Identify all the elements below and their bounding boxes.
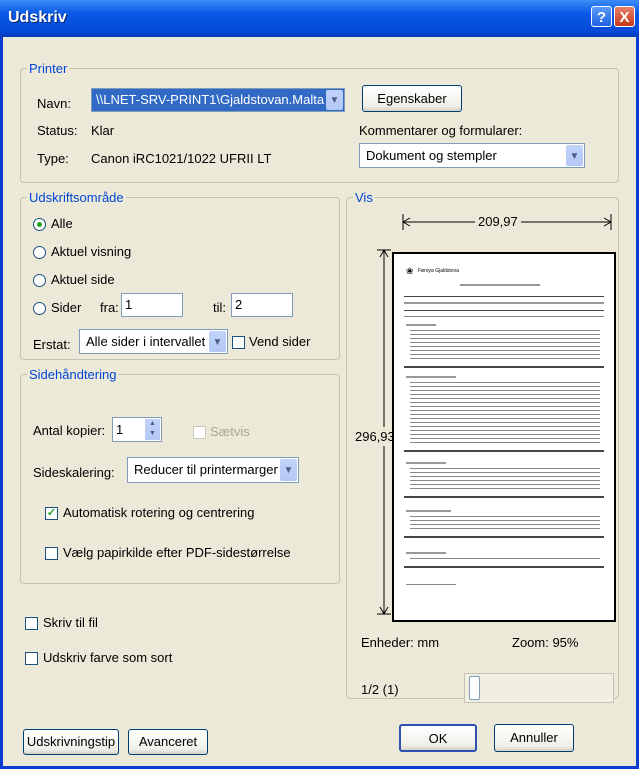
color-as-black-label[interactable]: Udskriv farve som sort — [43, 650, 172, 665]
to-label: til: — [213, 300, 226, 315]
scaling-value: Reducer til printermargener — [134, 462, 278, 477]
chevron-down-icon[interactable]: ▼ — [209, 331, 226, 352]
paper-source-checkbox[interactable] — [45, 547, 58, 560]
page-slider[interactable] — [464, 673, 614, 703]
copies-stepper[interactable]: 1 ▲ ▼ — [112, 417, 162, 442]
comments-value: Dokument og stempler — [366, 148, 497, 163]
cancel-button[interactable]: Annuller — [494, 724, 574, 752]
paper-source-label[interactable]: Vælg papirkilde efter PDF-sidestørrelse — [63, 545, 291, 560]
printer-legend: Printer — [27, 61, 70, 76]
radio-pages-label[interactable]: Sider — [51, 300, 81, 315]
zoom-label: Zoom: 95% — [512, 635, 579, 650]
copies-value: 1 — [116, 422, 124, 437]
print-to-file-checkbox[interactable] — [25, 617, 38, 630]
radio-current-view-label[interactable]: Aktuel visning — [51, 244, 131, 259]
from-value: 1 — [125, 297, 133, 312]
properties-button[interactable]: Egenskaber — [362, 85, 462, 112]
auto-rotate-label[interactable]: Automatisk rotering og centrering — [63, 505, 254, 520]
units-label: Enheder: mm — [361, 635, 440, 650]
preview-org-name: Føroya Gjaldstova — [418, 268, 459, 274]
type-label: Type: — [37, 151, 69, 166]
chevron-down-icon[interactable]: ▼ — [326, 90, 343, 110]
to-value: 2 — [235, 297, 243, 312]
auto-rotate-checkbox[interactable]: ✓ — [45, 507, 58, 520]
tips-button[interactable]: Udskrivningstip — [23, 729, 119, 755]
to-input[interactable]: 2 — [231, 293, 293, 317]
height-value: 296,93 — [355, 427, 395, 446]
radio-all-label[interactable]: Alle — [51, 216, 73, 231]
width-value: 209,97 — [475, 214, 521, 229]
reverse-pages-label[interactable]: Vend sider — [249, 334, 310, 349]
radio-current-page-label[interactable]: Aktuel side — [51, 272, 115, 287]
title-bar: Udskriv ? X — [0, 0, 639, 37]
collate-checkbox[interactable] — [193, 426, 206, 439]
scaling-label: Sideskalering: — [33, 465, 115, 480]
printer-name-select[interactable]: \\LNET-SRV-PRINT1\Gjaldstovan.Malta.1 ▼ — [91, 88, 345, 112]
chevron-down-icon[interactable]: ▼ — [566, 145, 583, 166]
subset-label: Erstat: — [33, 337, 71, 352]
chevron-down-icon[interactable]: ▼ — [280, 459, 297, 481]
status-value: Klar — [91, 123, 115, 138]
subset-select[interactable]: Alle sider i intervallet ▼ — [79, 329, 228, 354]
print-range-legend: Udskriftsområde — [27, 190, 126, 205]
tips-button-label: Udskrivningstip — [26, 734, 116, 749]
radio-pages[interactable] — [33, 302, 46, 315]
comments-label: Kommentarer og formularer: — [359, 123, 523, 138]
help-button[interactable]: ? — [591, 6, 612, 27]
radio-current-view[interactable] — [33, 246, 46, 259]
type-value: Canon iRC1021/1022 UFRII LT — [91, 151, 272, 166]
printer-name-label: Navn: — [37, 96, 71, 111]
radio-all[interactable] — [33, 218, 46, 231]
page-indicator: 1/2 (1) — [361, 682, 399, 697]
ok-button[interactable]: OK — [399, 724, 477, 752]
properties-button-label: Egenskaber — [377, 91, 447, 106]
print-to-file-label[interactable]: Skriv til fil — [43, 615, 98, 630]
scaling-select[interactable]: Reducer til printermargener ▼ — [127, 457, 299, 483]
advanced-button-label: Avanceret — [138, 734, 198, 749]
status-label: Status: — [37, 123, 78, 138]
page-slider-thumb[interactable] — [469, 676, 480, 700]
ok-button-label: OK — [428, 731, 448, 746]
from-label: fra: — [100, 300, 119, 315]
page-handling-legend: Sidehåndtering — [27, 367, 119, 382]
from-input[interactable]: 1 — [121, 293, 183, 317]
preview-legend: Vis — [353, 190, 375, 205]
close-button[interactable]: X — [614, 6, 635, 27]
radio-current-page[interactable] — [33, 274, 46, 287]
comments-select[interactable]: Dokument og stempler ▼ — [359, 143, 585, 168]
print-dialog: Udskriv ? X Printer Navn: \\LNET-SRV-PRI… — [0, 0, 639, 769]
window-title: Udskriv — [8, 9, 67, 26]
copies-label: Antal kopier: — [33, 423, 106, 438]
reverse-pages-checkbox[interactable] — [232, 336, 245, 349]
printer-name-value: \\LNET-SRV-PRINT1\Gjaldstovan.Malta.1 — [96, 92, 324, 107]
subset-value: Alle sider i intervallet — [86, 334, 206, 349]
collate-label[interactable]: Sætvis — [210, 424, 250, 439]
spinner-arrows-icon[interactable]: ▲ ▼ — [145, 419, 160, 440]
page-preview: ❀ Føroya Gjaldstova — [392, 252, 616, 622]
advanced-button[interactable]: Avanceret — [128, 729, 208, 755]
logo-icon: ❀ — [406, 266, 414, 276]
cancel-button-label: Annuller — [510, 730, 558, 745]
color-as-black-checkbox[interactable] — [25, 652, 38, 665]
